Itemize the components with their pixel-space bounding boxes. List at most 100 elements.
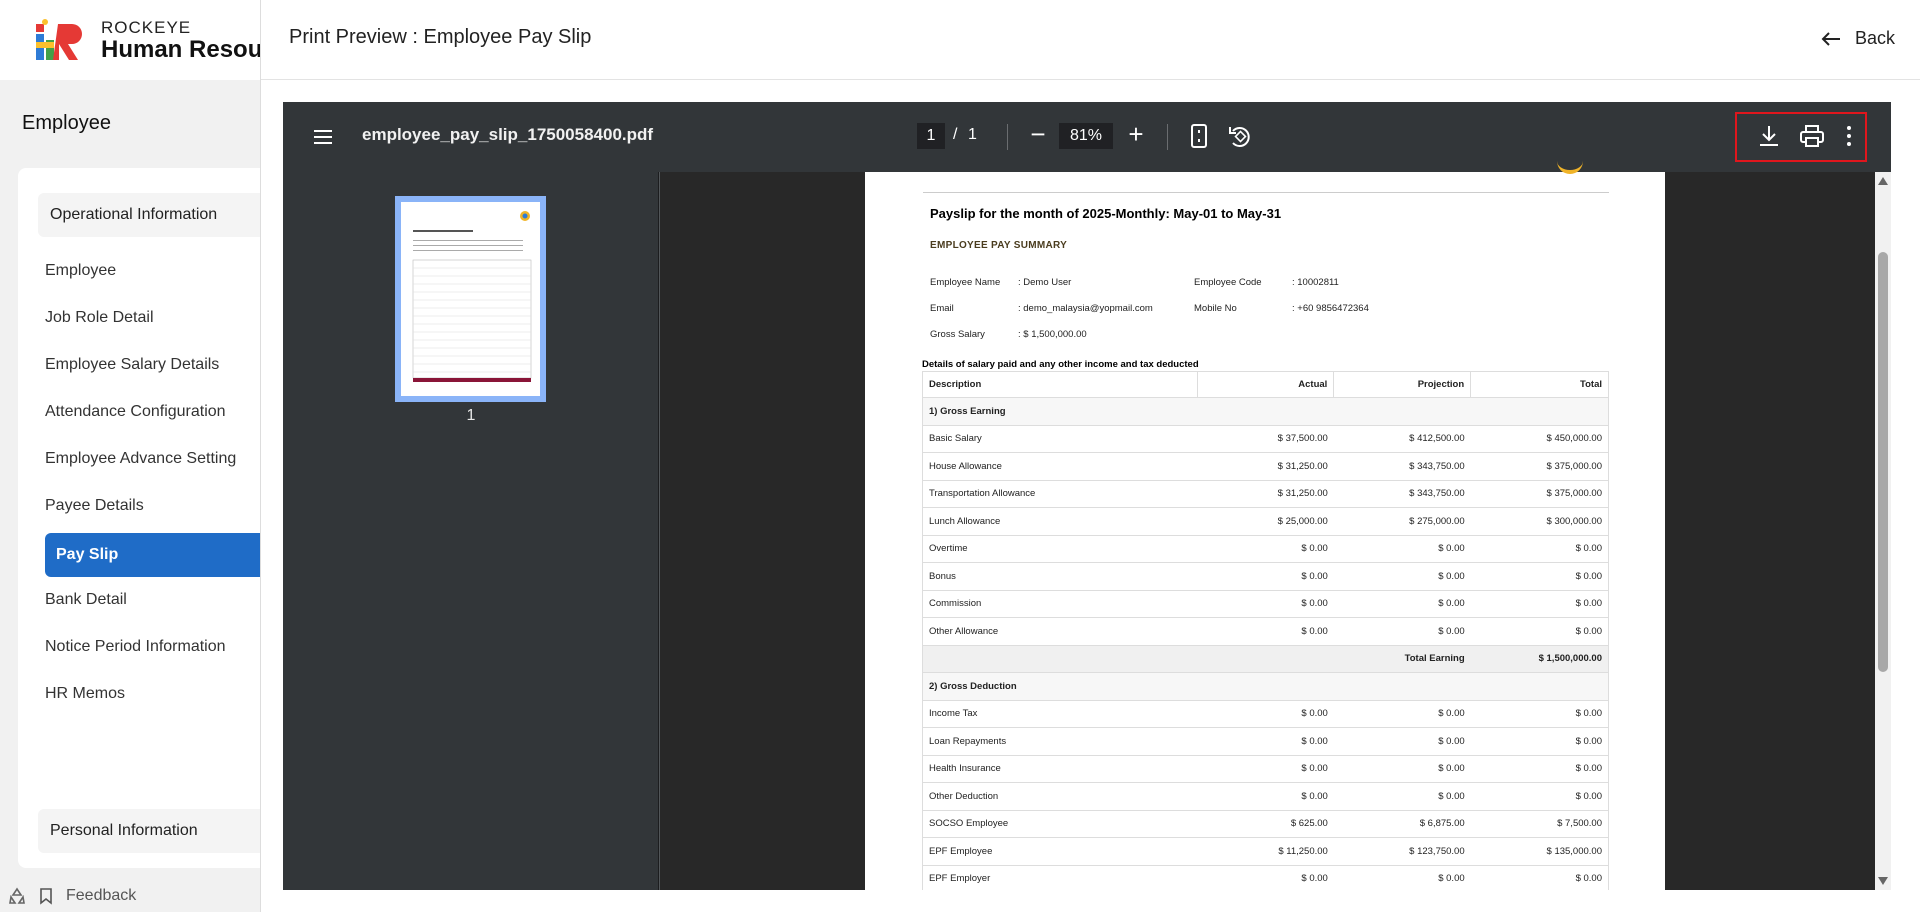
menu-icon[interactable] xyxy=(311,126,335,148)
page-title: Employee xyxy=(22,112,111,134)
back-label: Back xyxy=(1854,28,1895,48)
pdf-toolbar: employee_pay_slip_1750058400.pdf 1 / 1 −… xyxy=(283,102,1891,172)
thumbnail-page-number: 1 xyxy=(466,407,476,424)
sidebar-item-payee-details[interactable]: Payee Details xyxy=(45,497,144,515)
toolbar-divider xyxy=(1007,124,1008,150)
total-value-cell: $ 1,500,000.00 xyxy=(1470,645,1609,673)
projection-cell: $ 0.00 xyxy=(1333,562,1471,591)
projection-cell: $ 343,750.00 xyxy=(1333,480,1471,508)
app-header: ROCKEYE Human Resou xyxy=(0,0,270,80)
empty-cell xyxy=(1197,645,1334,673)
employee-code-value: : 10002811 xyxy=(1292,277,1339,288)
sidebar-item-bank-detail[interactable]: Bank Detail xyxy=(45,591,127,609)
section-row: 1) Gross Earning xyxy=(922,397,1609,426)
salary-table: Description Actual Projection Total 1) G… xyxy=(922,371,1609,890)
zoom-level-input[interactable]: 81% xyxy=(1059,123,1113,149)
total-cell: $ 135,000.00 xyxy=(1470,837,1609,866)
email-label: Email xyxy=(930,303,954,314)
document-pane: Payslip for the month of 2025-Monthly: M… xyxy=(660,170,1891,890)
total-cell: $ 0.00 xyxy=(1470,617,1609,646)
total-cell: $ 0.00 xyxy=(1470,535,1609,563)
total-label-cell: Total Earning xyxy=(1333,645,1471,673)
sidebar-item-employee-salary-details[interactable]: Employee Salary Details xyxy=(45,356,219,374)
column-header: Description xyxy=(922,371,1198,398)
feedback-link[interactable]: Feedback xyxy=(66,887,136,905)
sidebar-item-employee-advance-setting[interactable]: Employee Advance Setting xyxy=(45,450,236,468)
sidebar-item-attendance-configuration[interactable]: Attendance Configuration xyxy=(45,403,226,421)
back-button[interactable]: Back xyxy=(1821,28,1895,49)
sidebar-item-job-role-detail[interactable]: Job Role Detail xyxy=(45,309,154,327)
sidebar-item-notice-period[interactable]: Notice Period Information xyxy=(45,638,226,656)
total-cell: $ 300,000.00 xyxy=(1470,507,1609,536)
description-cell: Other Allowance xyxy=(922,617,1198,646)
description-cell: Income Tax xyxy=(922,700,1198,728)
download-icon[interactable] xyxy=(1757,123,1781,149)
document-scrollbar[interactable] xyxy=(1875,172,1891,890)
zoom-in-button[interactable]: + xyxy=(1121,120,1151,150)
employee-name-value: : Demo User xyxy=(1018,277,1072,288)
bookmark-icon[interactable] xyxy=(38,887,54,905)
mobile-value: : +60 9856472364 xyxy=(1292,303,1369,314)
table-row: Lunch Allowance $ 25,000.00 $ 275,000.00 $ … xyxy=(922,507,1609,536)
fit-page-icon[interactable] xyxy=(1188,123,1210,149)
actual-cell: $ 0.00 xyxy=(1197,535,1334,563)
operational-info-header[interactable]: Operational Information xyxy=(38,193,278,237)
table-header-row: Description Actual Projection Total xyxy=(922,371,1609,398)
brand-logo-icon xyxy=(36,19,82,60)
description-cell: Bonus xyxy=(922,562,1198,591)
description-cell: Lunch Allowance xyxy=(922,507,1198,536)
section-title: 1) Gross Earning xyxy=(922,397,1609,426)
print-icon[interactable] xyxy=(1799,124,1825,148)
page-number-input[interactable]: 1 xyxy=(917,123,945,149)
modal-title: Print Preview : Employee Pay Slip xyxy=(289,26,592,48)
projection-cell: $ 0.00 xyxy=(1333,782,1471,811)
thumbnail-pane: 1 xyxy=(283,172,659,890)
email-value: : demo_malaysia@yopmail.com xyxy=(1018,303,1153,314)
total-cell: $ 450,000.00 xyxy=(1470,425,1609,453)
scroll-down-icon[interactable] xyxy=(1878,877,1888,885)
scroll-thumb[interactable] xyxy=(1878,252,1888,672)
projection-cell: $ 0.00 xyxy=(1333,727,1471,756)
actual-cell: $ 11,250.00 xyxy=(1197,837,1334,866)
actual-cell: $ 37,500.00 xyxy=(1197,425,1334,453)
page-thumbnail[interactable] xyxy=(395,196,546,402)
description-cell: Health Insurance xyxy=(922,755,1198,783)
total-cell: $ 0.00 xyxy=(1470,727,1609,756)
table-row: Other Allowance $ 0.00 $ 0.00 $ 0.00 xyxy=(922,617,1609,646)
total-cell: $ 0.00 xyxy=(1470,562,1609,591)
zoom-out-button[interactable]: − xyxy=(1023,120,1053,150)
projection-cell: $ 0.00 xyxy=(1333,865,1471,890)
table-row: Loan Repayments $ 0.00 $ 0.00 $ 0.00 xyxy=(922,727,1609,756)
table-row: Overtime $ 0.00 $ 0.00 $ 0.00 xyxy=(922,535,1609,563)
thumbnail-preview-icon xyxy=(412,211,532,382)
sidebar-item-employee[interactable]: Employee xyxy=(45,262,116,280)
actual-cell: $ 0.00 xyxy=(1197,617,1334,646)
column-header: Actual xyxy=(1196,371,1335,398)
pdf-page: Payslip for the month of 2025-Monthly: M… xyxy=(865,170,1665,890)
personal-info-header[interactable]: Personal Information xyxy=(38,809,278,853)
column-header: Total xyxy=(1470,371,1609,398)
projection-cell: $ 343,750.00 xyxy=(1333,452,1471,481)
pay-summary-heading: EMPLOYEE PAY SUMMARY xyxy=(930,240,1068,251)
more-vert-icon[interactable] xyxy=(1843,123,1855,149)
projection-cell: $ 123,750.00 xyxy=(1333,837,1471,866)
actual-cell: $ 625.00 xyxy=(1197,810,1334,838)
recycle-icon[interactable] xyxy=(8,887,26,905)
salary-table-body: 1) Gross Earning Basic Salary $ 37,500.00 $… xyxy=(922,397,1609,890)
table-row: Basic Salary $ 37,500.00 $ 412,500.00 $ 450… xyxy=(922,425,1609,453)
rotate-icon[interactable] xyxy=(1227,123,1253,149)
actual-cell: $ 0.00 xyxy=(1197,755,1334,783)
arrow-left-icon xyxy=(1821,31,1840,46)
projection-cell: $ 6,875.00 xyxy=(1333,810,1471,838)
total-cell: $ 0.00 xyxy=(1470,590,1609,618)
scroll-up-icon[interactable] xyxy=(1878,177,1888,185)
sidebar-item-hr-memos[interactable]: HR Memos xyxy=(45,685,125,703)
actual-cell: $ 0.00 xyxy=(1197,700,1334,728)
table-row: Income Tax $ 0.00 $ 0.00 $ 0.00 xyxy=(922,700,1609,728)
sidebar-item-pay-slip[interactable]: Pay Slip xyxy=(45,533,285,577)
table-row: EPF Employee $ 11,250.00 $ 123,750.00 $ 135… xyxy=(922,837,1609,866)
sidebar: Operational Information Employee Job Rol… xyxy=(18,168,285,868)
brand-main: Human Resou xyxy=(101,36,263,63)
bottom-bar: Feedback xyxy=(0,880,260,912)
pdf-viewer: employee_pay_slip_1750058400.pdf 1 / 1 −… xyxy=(283,102,1891,890)
